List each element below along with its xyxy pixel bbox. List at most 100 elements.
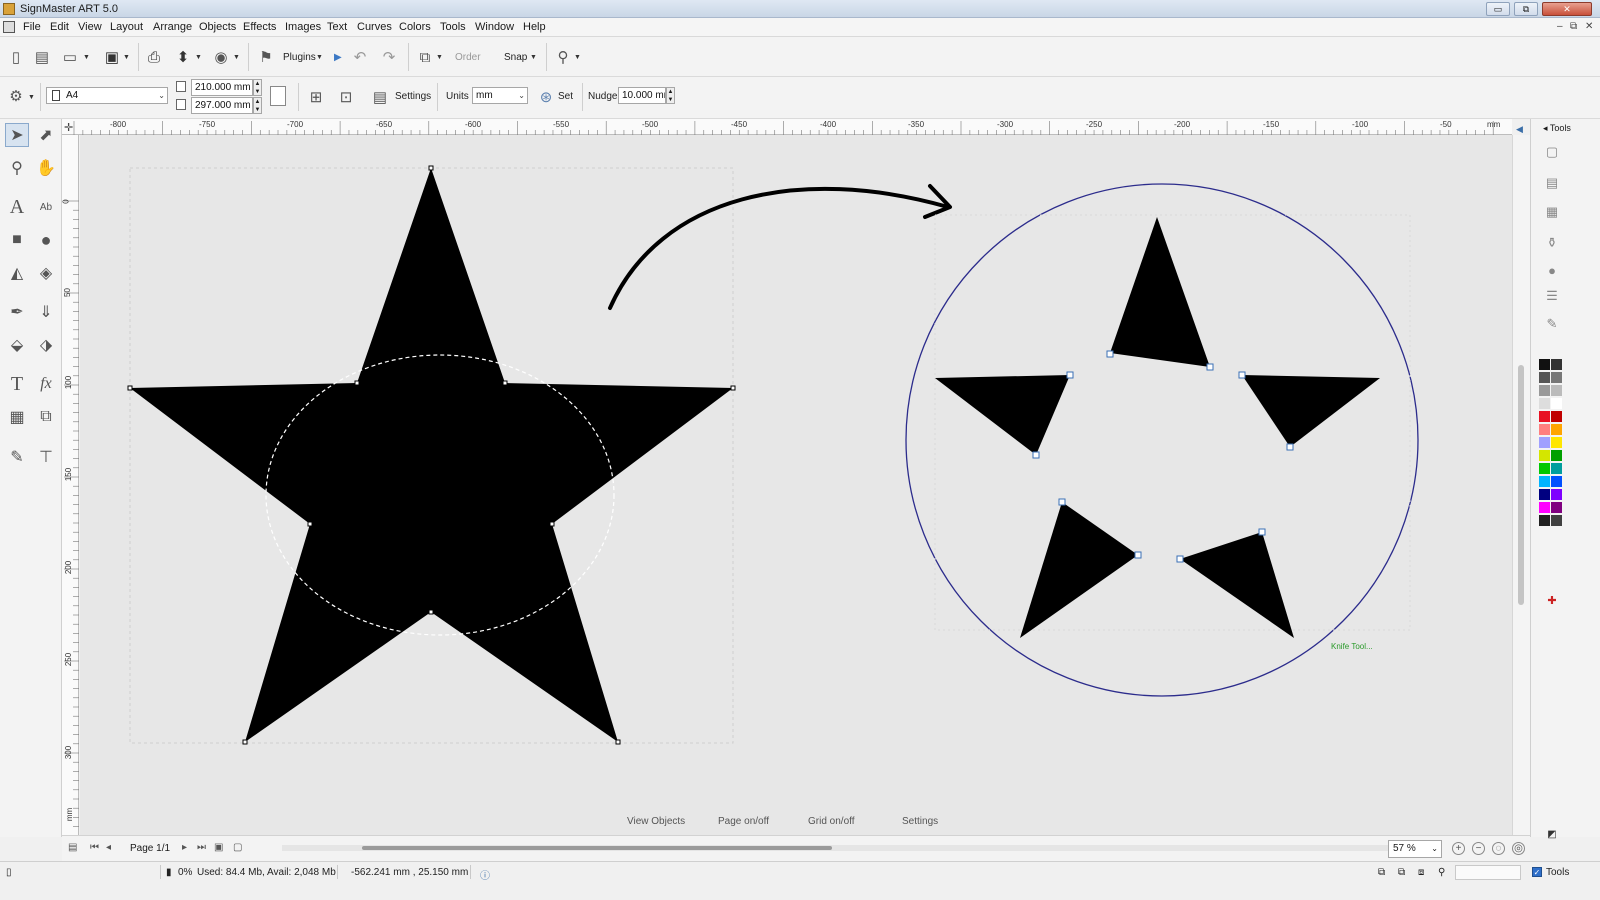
mdi-minimize-button[interactable]: – <box>1557 21 1563 32</box>
new-file-icon[interactable]: ▯ <box>6 47 26 67</box>
play-icon[interactable]: ▶ <box>334 52 342 63</box>
shape-icon[interactable]: ◭ <box>5 261 29 285</box>
color-swatch[interactable] <box>1551 411 1562 422</box>
drawing-canvas[interactable]: Knife Tool... View Objects Page on/off G… <box>80 135 1512 835</box>
canvas-settings-link[interactable]: Settings <box>902 816 938 827</box>
fill-tool-icon[interactable]: ⚱ <box>1543 234 1561 252</box>
mdi-restore-button[interactable]: ⧉ <box>1570 21 1577 32</box>
chevron-down-icon[interactable]: ▼ <box>530 54 537 61</box>
chevron-down-icon[interactable]: ▼ <box>28 94 35 101</box>
minimize-button[interactable]: ▭ <box>1486 2 1510 16</box>
menu-view[interactable]: View <box>78 21 102 33</box>
zoom-select[interactable]: 57 % ⌄ <box>1388 840 1442 858</box>
chevron-down-icon[interactable]: ▼ <box>574 54 581 61</box>
open-file-icon[interactable]: ▤ <box>32 47 52 67</box>
circle-tool-icon[interactable]: ● <box>1543 261 1561 279</box>
pen-icon[interactable]: ✒ <box>5 300 29 324</box>
artistic-text-icon[interactable]: Ab <box>34 195 58 219</box>
status-input-box[interactable] <box>1455 865 1521 880</box>
nudge-field[interactable] <box>618 87 666 104</box>
menu-objects[interactable]: Objects <box>199 21 236 33</box>
restore-button[interactable]: ⧉ <box>1514 2 1538 16</box>
color-swatch[interactable] <box>1539 359 1550 370</box>
weld-icon[interactable]: ⧉ <box>34 405 58 429</box>
ellipse-icon[interactable]: ● <box>34 228 58 252</box>
page-fit-icon[interactable]: ⊡ <box>336 87 356 107</box>
settings-icon[interactable]: ▤ <box>370 87 390 107</box>
star-tip-top[interactable] <box>1110 217 1210 367</box>
grid-onoff-link[interactable]: Grid on/off <box>808 816 855 827</box>
fill-icon[interactable]: ⬙ <box>5 333 29 357</box>
star-tip-bottom-left[interactable] <box>1020 502 1138 638</box>
delete-page-icon[interactable]: ▢ <box>233 842 242 853</box>
menu-edit[interactable]: Edit <box>50 21 69 33</box>
color-swatch[interactable] <box>1539 372 1550 383</box>
objects-icon[interactable]: ▦ <box>1543 203 1561 221</box>
width-spinner[interactable]: ▲ ▼ <box>253 79 262 96</box>
color-picker-icon[interactable]: ✚ <box>1543 591 1561 609</box>
units-select[interactable]: mm ⌄ <box>472 87 528 104</box>
chevron-down-icon[interactable]: ▼ <box>195 54 202 61</box>
group-icon[interactable]: ⧉ <box>1378 867 1385 878</box>
fill-outline-icon[interactable]: ◩ <box>1543 825 1561 843</box>
align-icon[interactable]: ☰ <box>1543 287 1561 305</box>
snap-button[interactable]: Snap <box>504 52 527 63</box>
page-height-field[interactable] <box>191 97 253 114</box>
text-frame-icon[interactable]: T <box>5 372 29 396</box>
prev-page-icon[interactable]: ◂ <box>106 842 111 853</box>
chevron-down-icon[interactable]: ▼ <box>83 54 90 61</box>
star-shape[interactable] <box>130 168 733 742</box>
chevron-down-icon[interactable]: ▼ <box>436 54 443 61</box>
image-icon[interactable]: ▦ <box>5 405 29 429</box>
settings-button[interactable]: Settings <box>395 91 431 102</box>
chevron-down-icon[interactable]: ▼ <box>316 54 323 61</box>
scroll-thumb[interactable] <box>1518 365 1524 605</box>
hand-icon[interactable]: ✋ <box>34 156 58 180</box>
color-swatch[interactable] <box>1551 489 1562 500</box>
zoom-all-icon[interactable]: ◎ <box>1512 842 1525 855</box>
color-swatch[interactable] <box>1551 437 1562 448</box>
menu-curves[interactable]: Curves <box>357 21 392 33</box>
last-page-icon[interactable]: ⏭ <box>197 842 206 853</box>
close-button[interactable]: ✕ <box>1542 2 1592 16</box>
star-tip-right[interactable] <box>1242 375 1380 447</box>
info-icon[interactable]: ⓘ <box>480 867 490 882</box>
color-swatch[interactable] <box>1539 450 1550 461</box>
dimension-icon[interactable]: ⊤ <box>34 445 58 469</box>
view-objects-link[interactable]: View Objects <box>627 816 685 827</box>
page-options-icon[interactable]: ▤ <box>68 842 77 853</box>
color-swatch[interactable] <box>1539 502 1550 513</box>
menu-layout[interactable]: Layout <box>110 21 143 33</box>
plotter-icon[interactable]: ◉ <box>211 47 231 67</box>
add-page-icon[interactable]: ▣ <box>214 842 223 853</box>
measure-icon[interactable]: ✎ <box>5 445 29 469</box>
menu-file[interactable]: File <box>23 21 41 33</box>
brush-icon[interactable]: ✎ <box>1543 315 1561 333</box>
menu-effects[interactable]: Effects <box>243 21 276 33</box>
plugins-button[interactable]: Plugins <box>283 52 316 63</box>
color-swatch[interactable] <box>1551 515 1562 526</box>
color-swatch[interactable] <box>1551 372 1562 383</box>
color-swatch[interactable] <box>1551 398 1562 409</box>
rectangle-icon[interactable]: ■ <box>5 228 29 252</box>
combine-icon[interactable]: ⧉ <box>1398 867 1405 878</box>
import-icon[interactable]: ▭ <box>60 47 80 67</box>
page-size-select[interactable]: A4 ⌄ <box>46 87 168 104</box>
color-swatch[interactable] <box>1539 424 1550 435</box>
arrange-icon[interactable]: ⧈ <box>1418 867 1424 878</box>
knife-icon[interactable]: ⚲ <box>553 47 573 67</box>
color-swatch[interactable] <box>1539 385 1550 396</box>
zoom-out-icon[interactable]: − <box>1472 842 1485 855</box>
next-page-icon[interactable]: ▸ <box>182 842 187 853</box>
page-setup-icon[interactable]: ▢ <box>1543 143 1561 161</box>
menu-help[interactable]: Help <box>523 21 546 33</box>
polygon-icon[interactable]: ◈ <box>34 261 58 285</box>
order-icon[interactable]: ⧉ <box>415 47 435 67</box>
vertical-scrollbar[interactable] <box>1512 135 1530 835</box>
text-icon[interactable]: A <box>5 195 29 219</box>
zoom-in-icon[interactable]: + <box>1452 842 1465 855</box>
color-swatch[interactable] <box>1539 476 1550 487</box>
filter-icon[interactable]: ⚲ <box>1438 867 1445 878</box>
select-arrow-icon[interactable]: ➤ <box>5 123 29 147</box>
nudge-spinner[interactable]: ▲ ▼ <box>666 87 675 104</box>
